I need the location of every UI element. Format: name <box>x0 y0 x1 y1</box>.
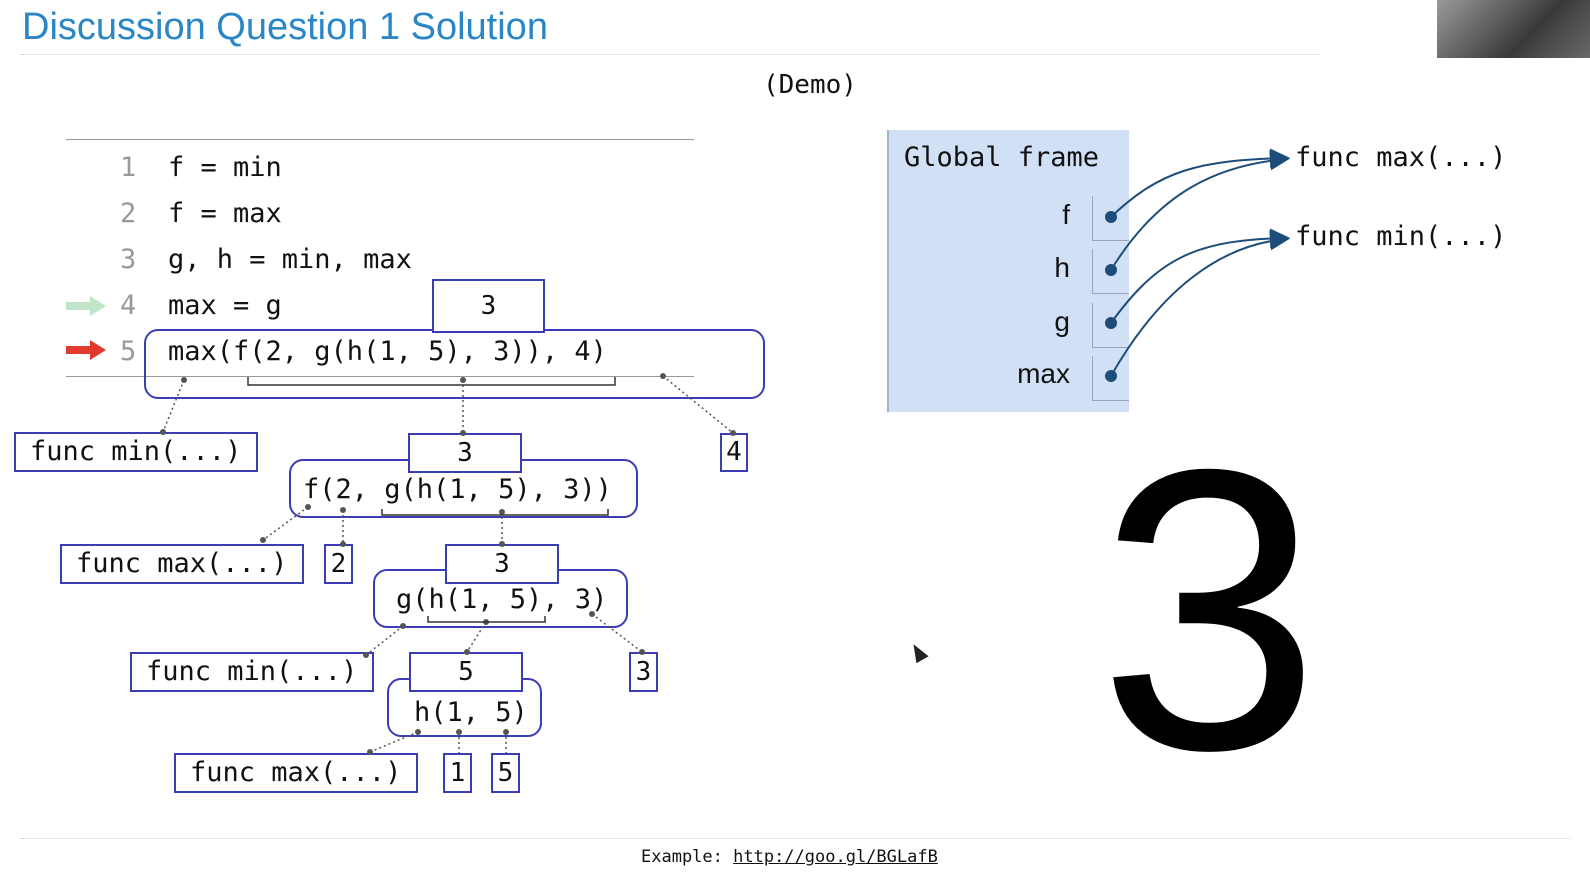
example-link[interactable]: http://goo.gl/BGLafB <box>733 847 938 867</box>
footer-example: Example: http://goo.gl/BGLafB <box>641 847 938 867</box>
footer-divider <box>20 838 1570 839</box>
frame-pointer-arrows <box>1110 148 1290 377</box>
footer-prefix: Example: <box>641 847 734 867</box>
result-value: 3 <box>1098 386 1321 833</box>
